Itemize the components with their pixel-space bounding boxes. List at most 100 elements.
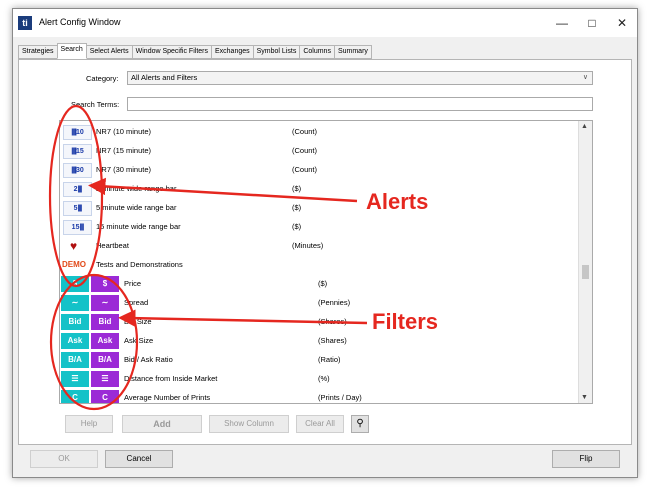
item-unit: (Prints / Day): [318, 393, 362, 402]
tab-window-specific-filters[interactable]: Window Specific Filters: [131, 45, 212, 59]
list-item[interactable]: 2|||| 2 minute wide range bar ($): [60, 180, 578, 199]
scroll-up-icon[interactable]: ▲: [581, 123, 588, 130]
distance-min-icon: ☰: [61, 371, 89, 387]
list-item[interactable]: Ask Ask Ask Size (Shares): [60, 332, 578, 351]
search-terms-label: Search Terms:: [71, 100, 120, 109]
alert-config-window: ti Alert Config Window — □ ✕ Strategies …: [12, 8, 638, 478]
magnifier-icon[interactable]: ⚲: [351, 415, 369, 433]
wide-range-bar-icon: 15||||: [63, 220, 92, 235]
item-unit: (Minutes): [292, 241, 324, 250]
title-bar: ti Alert Config Window — □ ✕: [13, 9, 637, 37]
item-name: Heartbeat: [96, 241, 129, 250]
list-item[interactable]: Bid Bid Bid Size (Shares): [60, 313, 578, 332]
tab-select-alerts[interactable]: Select Alerts: [85, 45, 133, 59]
item-unit: (%): [318, 374, 330, 383]
item-name: Spread: [124, 298, 149, 307]
demo-icon: DEMO: [62, 260, 86, 269]
close-icon[interactable]: ✕: [608, 13, 636, 33]
flip-button[interactable]: Flip: [552, 450, 620, 468]
price-max-icon: $: [91, 276, 119, 292]
nr7-alert-icon: |||||10: [63, 125, 92, 140]
list-scrollbar[interactable]: ▲ ▼: [578, 121, 592, 403]
add-button[interactable]: Add: [122, 415, 202, 433]
maximize-icon[interactable]: □: [578, 13, 606, 33]
tab-strategies[interactable]: Strategies: [18, 45, 58, 59]
list-item[interactable]: 5|||| 5 minute wide range bar ($): [60, 199, 578, 218]
item-unit: (Count): [292, 146, 318, 155]
scroll-thumb[interactable]: [582, 265, 589, 279]
category-value: All Alerts and Filters: [131, 73, 198, 82]
search-panel: Category: All Alerts and Filters ∨ Searc…: [18, 59, 632, 445]
tab-symbol-lists[interactable]: Symbol Lists: [252, 45, 301, 59]
item-name: NR7 (15 minute): [96, 146, 152, 155]
list-item[interactable]: |||||15 NR7 (15 minute) (Count): [60, 142, 578, 161]
list-item[interactable]: ♥ Heartbeat (Minutes): [60, 237, 578, 256]
show-column-button[interactable]: Show Column: [209, 415, 289, 433]
ask-size-max-icon: Ask: [91, 333, 119, 349]
wide-range-bar-icon: 5||||: [63, 201, 92, 216]
window-title: Alert Config Window: [39, 17, 121, 27]
nr7-alert-icon: |||||15: [63, 144, 92, 159]
item-unit: ($): [292, 222, 302, 231]
tab-summary[interactable]: Summary: [333, 45, 372, 59]
spread-min-icon: ∼: [61, 295, 89, 311]
item-unit: (Ratio): [318, 355, 341, 364]
list-item[interactable]: ∼ ∼ Spread (Pennies): [60, 294, 578, 313]
alerts-filters-list[interactable]: |||||10 NR7 (10 minute) (Count) |||||15 …: [59, 120, 593, 404]
item-unit: (Pennies): [318, 298, 351, 307]
item-name: Average Number of Prints: [124, 393, 211, 402]
bid-size-min-icon: Bid: [61, 314, 89, 330]
nr7-alert-icon: |||||30: [63, 163, 92, 178]
clear-all-button[interactable]: Clear All: [296, 415, 344, 433]
list-item[interactable]: ☰ ☰ Distance from Inside Market (%): [60, 370, 578, 389]
wide-range-bar-icon: 2||||: [63, 182, 92, 197]
tab-columns[interactable]: Columns: [299, 45, 335, 59]
price-min-icon: $: [61, 276, 89, 292]
item-name: 5 minute wide range bar: [96, 203, 177, 212]
list-item[interactable]: |||||30 NR7 (30 minute) (Count): [60, 161, 578, 180]
bid-ask-ratio-min-icon: B/A: [61, 352, 89, 368]
item-name: 15 minute wide range bar: [96, 222, 181, 231]
tab-search[interactable]: Search: [56, 43, 87, 59]
list-item[interactable]: 15|||| 15 minute wide range bar ($): [60, 218, 578, 237]
scroll-down-icon[interactable]: ▼: [581, 394, 588, 401]
alerts-annotation-label: Alerts: [366, 189, 429, 214]
prints-min-icon: C: [61, 390, 89, 403]
search-input[interactable]: [127, 97, 593, 111]
tab-bar: Strategies Search Select Alerts Window S…: [18, 43, 372, 60]
tab-exchanges[interactable]: Exchanges: [211, 45, 254, 59]
category-label: Category:: [86, 74, 119, 83]
item-unit: (Count): [292, 127, 318, 136]
item-name: Bid Size: [124, 317, 152, 326]
app-logo-icon: ti: [18, 16, 32, 30]
minimize-icon[interactable]: —: [548, 13, 576, 33]
bid-size-max-icon: Bid: [91, 314, 119, 330]
item-unit: ($): [292, 203, 302, 212]
item-name: Distance from Inside Market: [124, 374, 218, 383]
item-name: NR7 (30 minute): [96, 165, 152, 174]
cancel-button[interactable]: Cancel: [105, 450, 173, 468]
bid-ask-ratio-max-icon: B/A: [91, 352, 119, 368]
list-item[interactable]: |||||10 NR7 (10 minute) (Count): [60, 123, 578, 142]
item-name: Ask Size: [124, 336, 154, 345]
distance-max-icon: ☰: [91, 371, 119, 387]
item-name: 2 minute wide range bar: [96, 184, 177, 193]
ok-button[interactable]: OK: [30, 450, 98, 468]
item-name: NR7 (10 minute): [96, 127, 152, 136]
list-item[interactable]: $ $ Price ($): [60, 275, 578, 294]
list-item[interactable]: C C Average Number of Prints (Prints / D…: [60, 389, 578, 403]
item-unit: (Shares): [318, 336, 347, 345]
ask-size-min-icon: Ask: [61, 333, 89, 349]
category-select[interactable]: All Alerts and Filters ∨: [127, 71, 593, 85]
filters-annotation-label: Filters: [372, 309, 439, 334]
item-unit: (Shares): [318, 317, 347, 326]
list-section[interactable]: DEMO Tests and Demonstrations: [60, 256, 578, 275]
list-item[interactable]: B/A B/A Bid / Ask Ratio (Ratio): [60, 351, 578, 370]
prints-max-icon: C: [91, 390, 119, 403]
item-name: Bid / Ask Ratio: [124, 355, 173, 364]
chevron-down-icon[interactable]: ∨: [583, 72, 588, 84]
item-unit: ($): [318, 279, 328, 288]
help-button[interactable]: Help: [65, 415, 113, 433]
item-name: Price: [124, 279, 142, 288]
spread-max-icon: ∼: [91, 295, 119, 311]
